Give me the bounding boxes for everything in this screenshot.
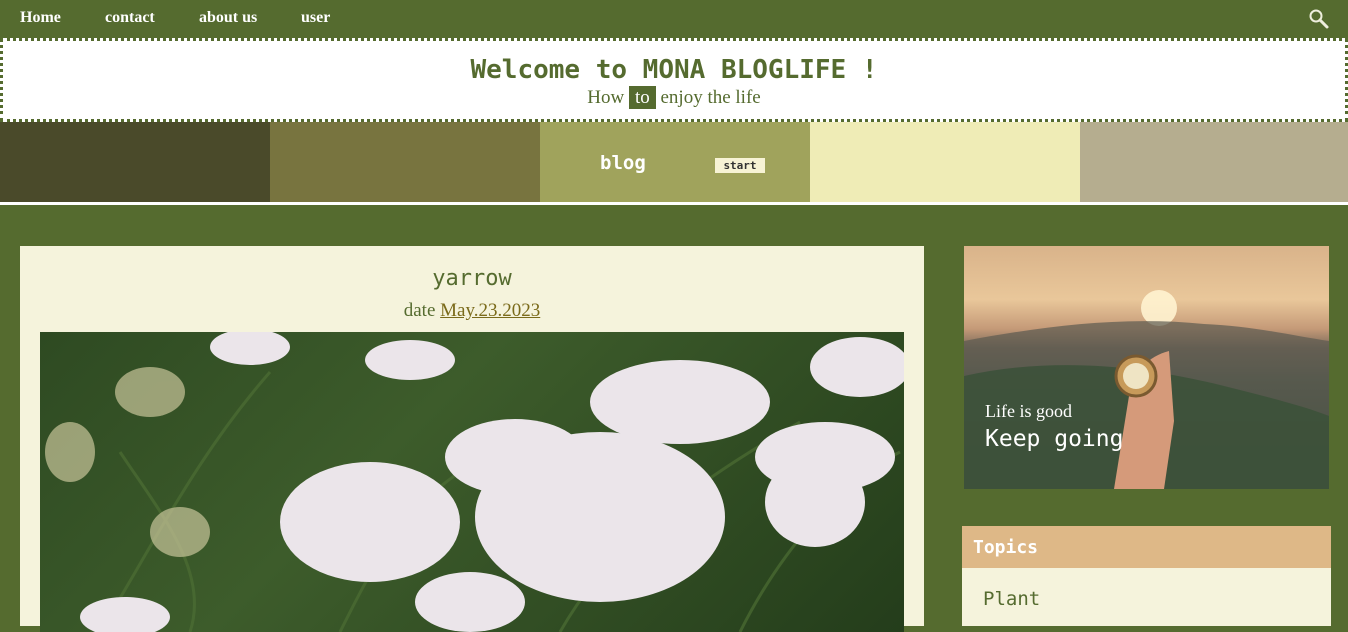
topics-title: Topics [973, 537, 1039, 558]
banner-blog-label: blog [600, 152, 646, 174]
site-tagline: How to enjoy the life [3, 86, 1345, 109]
top-nav: Home contact about us user [0, 0, 1348, 37]
blog-post: yarrow date May.23.2023 [20, 246, 924, 632]
nav-user-link[interactable]: user [301, 9, 330, 27]
color-swatch [810, 122, 1080, 202]
hero-caption: Life is good [985, 401, 1072, 421]
banner-divider [0, 202, 1348, 205]
post-title: yarrow [432, 266, 512, 291]
topic-item-plant[interactable]: Plant [983, 588, 1040, 610]
color-swatch [270, 122, 540, 202]
post-date: date May.23.2023 [20, 300, 924, 322]
search-icon[interactable] [1308, 8, 1330, 30]
post-date-link[interactable]: May.23.2023 [440, 300, 540, 321]
color-banner: blog start [0, 122, 1348, 202]
tagline-start: How [587, 87, 625, 108]
nav-about-link[interactable]: about us [199, 9, 257, 27]
topics-panel: Topics Plant [962, 526, 1331, 626]
post-date-label: date [403, 300, 436, 321]
color-swatch [0, 122, 270, 202]
color-swatch [1080, 122, 1348, 202]
site-title: Welcome to MONA BLOGLIFE ! [470, 55, 878, 85]
color-swatch [540, 122, 810, 202]
nav-home-link[interactable]: Home [20, 9, 61, 27]
nav-contact-link[interactable]: contact [105, 9, 155, 27]
start-button[interactable]: start [715, 158, 765, 173]
topics-header: Topics [962, 526, 1331, 568]
site-header: Welcome to MONA BLOGLIFE ! How to enjoy … [0, 38, 1348, 122]
tagline-highlight: to [628, 86, 656, 109]
tagline-end: enjoy the life [660, 87, 761, 108]
hero-heading: Keep going [985, 426, 1124, 452]
sidebar-hero-image: Life is good Keep going [964, 246, 1329, 489]
yarrow-flower-image [40, 332, 904, 632]
